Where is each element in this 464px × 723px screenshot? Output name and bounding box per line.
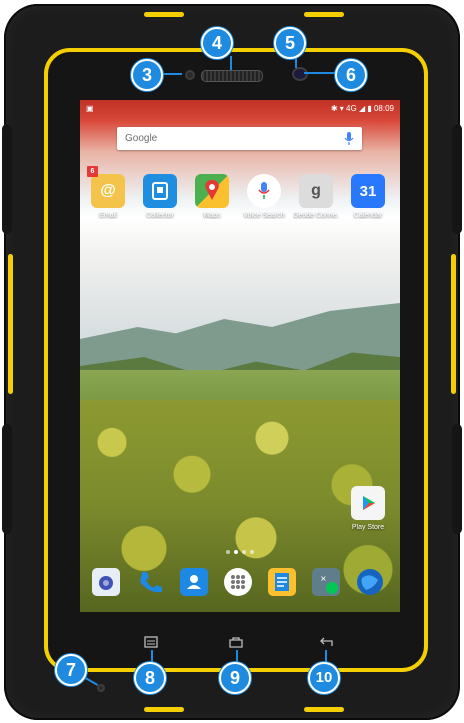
maps-icon [195, 174, 229, 208]
callout-9: 9 [219, 662, 251, 694]
bluetooth-icon: ✱ [331, 104, 338, 113]
home-button[interactable] [228, 637, 244, 651]
contacts-icon[interactable] [180, 568, 208, 596]
callout-5: 5 [274, 27, 306, 59]
callout-8: 8 [134, 662, 166, 694]
app-label: Geode Conne... [293, 212, 339, 219]
phone-icon[interactable] [136, 568, 164, 596]
callout-10: 10 [308, 662, 340, 694]
battery-icon: ▮ [367, 104, 371, 113]
callout-line-3 [160, 73, 182, 75]
app-label: Play Store [345, 524, 391, 531]
wifi-icon: ▾ [340, 104, 344, 113]
dock: × [80, 564, 400, 604]
app-maps[interactable]: Maps [189, 174, 235, 219]
top-accent-left [144, 12, 184, 17]
calendar-day: 31 [360, 183, 377, 200]
app-label: Maps [189, 212, 235, 219]
status-bar: ▣ ✱ ▾ 4G ◢ ▮ 08:09 [80, 100, 400, 116]
menu-button[interactable] [144, 636, 158, 650]
email-badge: 6 [87, 166, 98, 177]
gallery-notification-icon: ▣ [86, 104, 94, 113]
back-button[interactable] [318, 636, 334, 650]
app-drawer-icon[interactable] [224, 568, 252, 596]
app-label: Email [85, 212, 131, 219]
clock: 08:09 [374, 104, 394, 113]
left-grip-lower [2, 424, 12, 534]
top-accent-right [304, 12, 344, 17]
earpiece-speaker [201, 70, 263, 82]
front-camera [292, 67, 308, 81]
right-grip [452, 124, 462, 234]
screen[interactable]: ▣ ✱ ▾ 4G ◢ ▮ 08:09 Google 6 @ Email Coll… [80, 100, 400, 612]
callout-7: 7 [55, 654, 87, 686]
play-store-icon [351, 486, 385, 520]
light-sensor [185, 70, 195, 80]
voice-search-icon [247, 174, 281, 208]
app-voice-search[interactable]: Voice Search [241, 174, 287, 219]
app-calendar[interactable]: 31 Calendar [345, 174, 391, 219]
callout-3: 3 [131, 59, 163, 91]
mic-icon[interactable] [344, 132, 354, 146]
page-indicator [220, 550, 260, 554]
browser-icon[interactable] [356, 568, 384, 596]
app-collector[interactable]: Collector [137, 174, 183, 219]
callout-line-6 [304, 72, 338, 74]
svg-text:×: × [320, 574, 327, 583]
app-email[interactable]: 6 @ Email [85, 174, 131, 219]
app-label: Calendar [345, 212, 391, 219]
camera-icon[interactable] [92, 568, 120, 596]
callout-line-4 [230, 56, 232, 70]
email-icon: 6 @ [91, 174, 125, 208]
geode-icon: g [299, 174, 333, 208]
right-accent [451, 254, 456, 394]
app-geode-connect[interactable]: g Geode Conne... [293, 174, 339, 219]
calculator-icon[interactable]: × [312, 568, 340, 596]
calendar-icon: 31 [351, 174, 385, 208]
signal-icon: ◢ [359, 104, 365, 113]
right-grip-lower [452, 424, 462, 534]
google-search-bar[interactable]: Google [117, 127, 362, 150]
left-accent [8, 254, 13, 394]
bottom-accent-right [304, 707, 344, 712]
collector-icon [143, 174, 177, 208]
app-label: Voice Search [241, 212, 287, 219]
docs-icon[interactable] [268, 568, 296, 596]
google-logo: Google [125, 133, 157, 144]
callout-6: 6 [335, 59, 367, 91]
callout-4: 4 [201, 27, 233, 59]
app-label: Collector [137, 212, 183, 219]
app-play-store[interactable]: Play Store [345, 486, 391, 531]
status-right: ✱ ▾ 4G ◢ ▮ 08:09 [331, 104, 394, 113]
left-grip [2, 124, 12, 234]
bottom-accent-left [144, 707, 184, 712]
network-label: 4G [346, 104, 357, 113]
microphone [97, 684, 105, 692]
